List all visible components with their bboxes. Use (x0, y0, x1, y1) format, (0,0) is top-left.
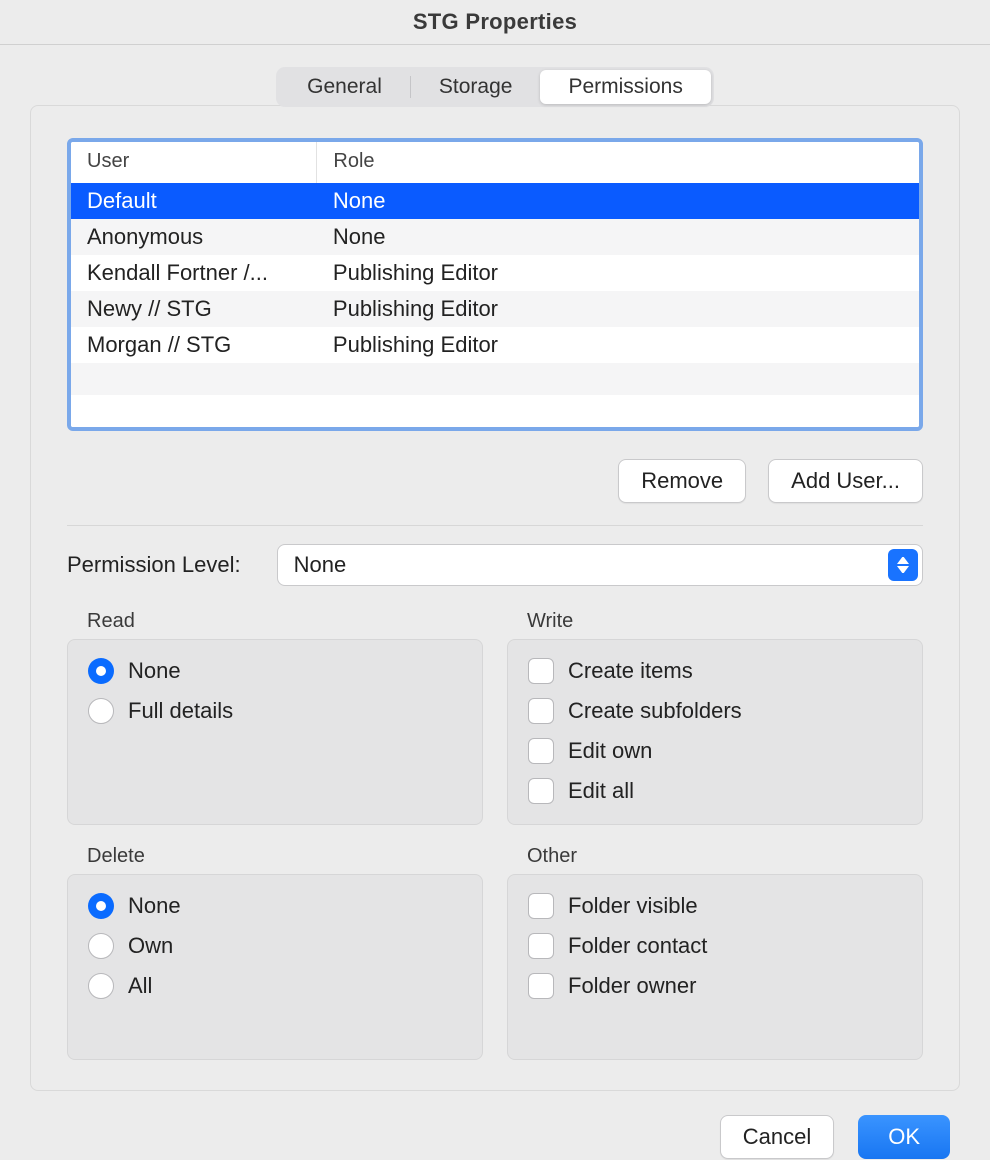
permission-level-select[interactable]: None (277, 544, 923, 586)
permission-level-row: Permission Level: None (67, 544, 923, 586)
cell-role: Publishing Editor (317, 327, 919, 363)
checkbox-icon (528, 738, 554, 764)
window-title: STG Properties (0, 0, 990, 45)
other-option-folder-contact[interactable]: Folder contact (528, 933, 902, 959)
option-label: Create items (568, 658, 693, 684)
radio-icon (88, 893, 114, 919)
option-label: Full details (128, 698, 233, 724)
read-group: Read None Full details (67, 610, 483, 825)
option-label: Folder owner (568, 973, 696, 999)
stepper-icon (888, 549, 918, 581)
permission-level-label: Permission Level: (67, 552, 241, 578)
write-option-edit-all[interactable]: Edit all (528, 778, 902, 804)
table-row-empty (71, 395, 919, 427)
option-label: Own (128, 933, 173, 959)
cell-user: Anonymous (71, 219, 317, 255)
table-row[interactable]: Newy // STG Publishing Editor (71, 291, 919, 327)
permission-level-value: None (294, 552, 347, 578)
remove-button[interactable]: Remove (618, 459, 746, 503)
tab-bar: General Storage Permissions (0, 45, 990, 107)
table-row-empty (71, 363, 919, 395)
table-buttons: Remove Add User... (67, 459, 923, 503)
table-row[interactable]: Kendall Fortner /... Publishing Editor (71, 255, 919, 291)
table-row[interactable]: Anonymous None (71, 219, 919, 255)
cell-user: Default (71, 183, 317, 219)
tab-storage[interactable]: Storage (411, 70, 541, 104)
other-group-title: Other (527, 845, 923, 868)
option-label: Folder visible (568, 893, 698, 919)
checkbox-icon (528, 973, 554, 999)
cell-role: Publishing Editor (317, 291, 919, 327)
dialog-footer: Cancel OK (0, 1091, 990, 1159)
other-option-folder-owner[interactable]: Folder owner (528, 973, 902, 999)
option-label: None (128, 893, 181, 919)
tab-permissions[interactable]: Permissions (540, 70, 710, 104)
cell-role: None (317, 183, 919, 219)
radio-icon (88, 658, 114, 684)
option-label: Edit all (568, 778, 634, 804)
cell-user: Kendall Fortner /... (71, 255, 317, 291)
delete-group-title: Delete (87, 845, 483, 868)
write-group-title: Write (527, 610, 923, 633)
cell-role: Publishing Editor (317, 255, 919, 291)
option-label: None (128, 658, 181, 684)
cell-user: Morgan // STG (71, 327, 317, 363)
permission-groups: Read None Full details Write Create item… (67, 610, 923, 1060)
delete-option-all[interactable]: All (88, 973, 462, 999)
delete-option-none[interactable]: None (88, 893, 462, 919)
tab-general[interactable]: General (279, 70, 410, 104)
permissions-panel: User Role Default None Anonymous None Ke… (30, 105, 960, 1091)
ok-button[interactable]: OK (858, 1115, 950, 1159)
other-option-folder-visible[interactable]: Folder visible (528, 893, 902, 919)
user-role-table[interactable]: User Role Default None Anonymous None Ke… (67, 138, 923, 431)
write-option-create-items[interactable]: Create items (528, 658, 902, 684)
segmented-control: General Storage Permissions (276, 67, 714, 107)
col-header-user[interactable]: User (71, 142, 317, 183)
checkbox-icon (528, 778, 554, 804)
option-label: All (128, 973, 152, 999)
radio-icon (88, 698, 114, 724)
option-label: Create subfolders (568, 698, 742, 724)
table-row[interactable]: Morgan // STG Publishing Editor (71, 327, 919, 363)
checkbox-icon (528, 933, 554, 959)
write-group: Write Create items Create subfolders Edi… (507, 610, 923, 825)
col-header-role[interactable]: Role (317, 142, 919, 183)
option-label: Edit own (568, 738, 652, 764)
add-user-button[interactable]: Add User... (768, 459, 923, 503)
read-option-none[interactable]: None (88, 658, 462, 684)
delete-option-own[interactable]: Own (88, 933, 462, 959)
write-option-edit-own[interactable]: Edit own (528, 738, 902, 764)
divider (67, 525, 923, 526)
write-option-create-subfolders[interactable]: Create subfolders (528, 698, 902, 724)
option-label: Folder contact (568, 933, 707, 959)
checkbox-icon (528, 893, 554, 919)
read-option-full-details[interactable]: Full details (88, 698, 462, 724)
cancel-button[interactable]: Cancel (720, 1115, 834, 1159)
checkbox-icon (528, 658, 554, 684)
cell-role: None (317, 219, 919, 255)
table-row[interactable]: Default None (71, 183, 919, 219)
cell-user: Newy // STG (71, 291, 317, 327)
radio-icon (88, 973, 114, 999)
read-group-title: Read (87, 610, 483, 633)
other-group: Other Folder visible Folder contact Fold… (507, 845, 923, 1060)
checkbox-icon (528, 698, 554, 724)
delete-group: Delete None Own All (67, 845, 483, 1060)
radio-icon (88, 933, 114, 959)
